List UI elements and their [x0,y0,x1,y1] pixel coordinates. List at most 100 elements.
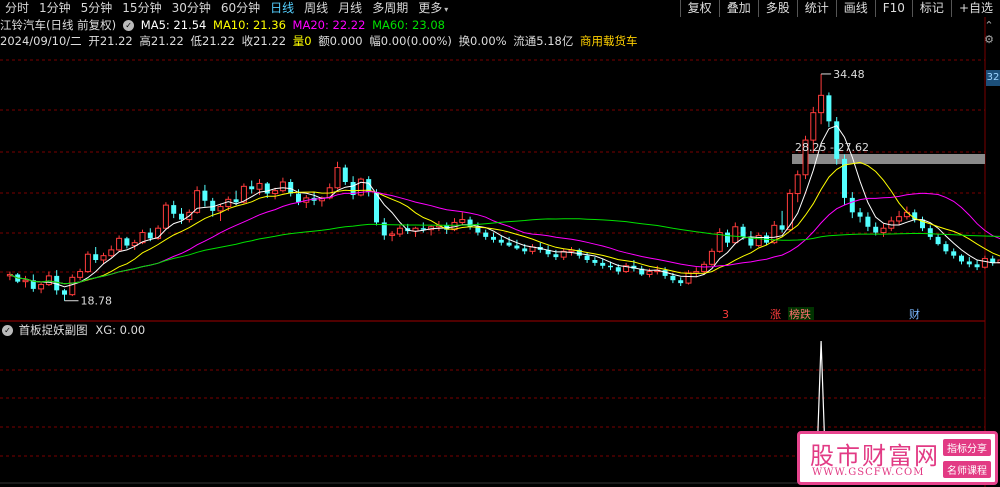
tab-30min[interactable]: 30分钟 [167,0,216,17]
candle-body [288,182,294,194]
candle-body [685,272,692,284]
candle-body [615,267,621,272]
indicator-xg: XG: 0.00 [95,323,146,337]
candle-body [670,275,676,281]
candle-body [202,190,208,201]
tab-60min[interactable]: 60分钟 [216,0,265,17]
candle-body [732,226,739,244]
up-arrow-icon[interactable]: ⌃ [982,20,996,32]
candle-body [896,216,903,222]
candle-body [483,232,489,237]
tab-fenshi[interactable]: 分时 [0,0,34,17]
candle-body [725,232,730,243]
fuquan-button[interactable]: 复权 [679,0,719,17]
candle-body [966,261,972,265]
candle-body [506,242,512,246]
candle-body [93,254,99,260]
indicator-legend: ✓ 首板捉妖副图 XG: 0.00 [0,322,145,338]
candle-body [794,174,801,195]
candle-body [716,232,723,252]
candle-body [880,227,887,234]
add-watchlist-button[interactable]: +自选 [950,0,1000,17]
indicator-settings-icon[interactable]: ✓ [2,325,13,336]
candle-body [927,228,933,237]
event-markers-group: 3 涨榜跌 财 [722,307,920,321]
candle-body [396,227,403,235]
candle-body [708,250,715,265]
candle-body [334,167,341,189]
tab-daily[interactable]: 日线 [265,0,299,17]
price-labels-group: 34.48 18.78 28.25 - 27.62 [64,68,869,308]
candle-body [84,253,91,273]
float-label: 流通5.18亿 [513,34,574,48]
candle-body [38,284,45,290]
chart-grid [0,59,985,457]
tab-1min[interactable]: 1分钟 [34,0,76,17]
candles-group [6,73,1000,301]
candle-body [522,248,528,252]
candle-body [740,226,746,237]
range-label: 28.25 - 27.62 [795,141,869,154]
event-marker: 榜跌 [789,307,811,321]
stats-button[interactable]: 统计 [796,0,836,17]
tab-15min[interactable]: 15分钟 [117,0,166,17]
ma5-label: MA5: 21.54 [140,18,207,32]
candle-body [951,251,957,256]
sector-link[interactable]: 商用载货车 [580,34,638,48]
candle-body [342,167,348,182]
candle-body [491,236,496,240]
candle-body [22,279,29,283]
candle-body [943,244,949,252]
open-label: 开21.22 [88,34,133,48]
kline-chart[interactable]: 34.48 18.78 28.25 - 27.62 3 涨榜跌 财 [0,0,1000,487]
tab-multi-period[interactable]: 多周期 [367,0,413,17]
candle-body [69,276,76,296]
candle-body [194,190,201,213]
gear-icon[interactable]: ⚙ [982,34,996,46]
candle-body [974,264,980,268]
turnover-label: 换0.00% [458,34,507,48]
ma60-label: MA60: 23.08 [372,18,445,32]
event-marker: 财 [909,307,920,321]
candle-body [826,95,832,122]
candle-body [45,275,52,286]
quote-line: 2024/09/10/二 开21.22 高21.22 低21.22 收21.22… [0,33,641,49]
amount-label: 额0.000 [318,34,363,48]
draw-line-button[interactable]: 画线 [835,0,875,17]
stock-name: 江铃汽车(日线 前复权) [0,18,117,32]
low-label: 低21.22 [190,34,235,48]
candle-body [873,226,879,233]
candle-body [256,182,263,190]
watermark: 股市财富网 WWW.GSCFW.COM 指标分享 名师课程 [797,431,998,485]
close-label: 收21.22 [241,34,287,48]
overlay-button[interactable]: 叠加 [718,0,758,17]
f10-button[interactable]: F10 [874,0,912,17]
candle-body [701,263,708,273]
candle-body [108,249,115,257]
tab-more[interactable]: 更多 [413,0,453,17]
candle-body [147,232,153,239]
candle-body [592,260,598,263]
watermark-url: WWW.GSCFW.COM [812,467,925,478]
candle-body [857,212,863,217]
tab-weekly[interactable]: 周线 [299,0,333,17]
tab-monthly[interactable]: 月线 [333,0,367,17]
price-tag: 32 [986,70,1000,86]
ma-legend: 江铃汽车(日线 前复权) ✓ MA5: 21.54 MA10: 21.36 MA2… [0,17,448,33]
high-label: 高21.22 [139,34,184,48]
ma10-label: MA10: 21.36 [213,18,286,32]
mark-button[interactable]: 标记 [911,0,951,17]
candle-body [818,94,825,114]
tab-5min[interactable]: 5分钟 [76,0,118,17]
candle-body [296,193,301,203]
settings-icon[interactable]: ✓ [123,20,135,31]
multi-stock-button[interactable]: 多股 [757,0,797,17]
candle-body [693,271,700,274]
candle-body [116,237,123,251]
candle-body [779,225,785,230]
candle-body [459,219,466,223]
candle-body [514,245,520,249]
candle-body [62,290,67,295]
candle-body [233,199,239,203]
ma10-line [9,161,1000,285]
